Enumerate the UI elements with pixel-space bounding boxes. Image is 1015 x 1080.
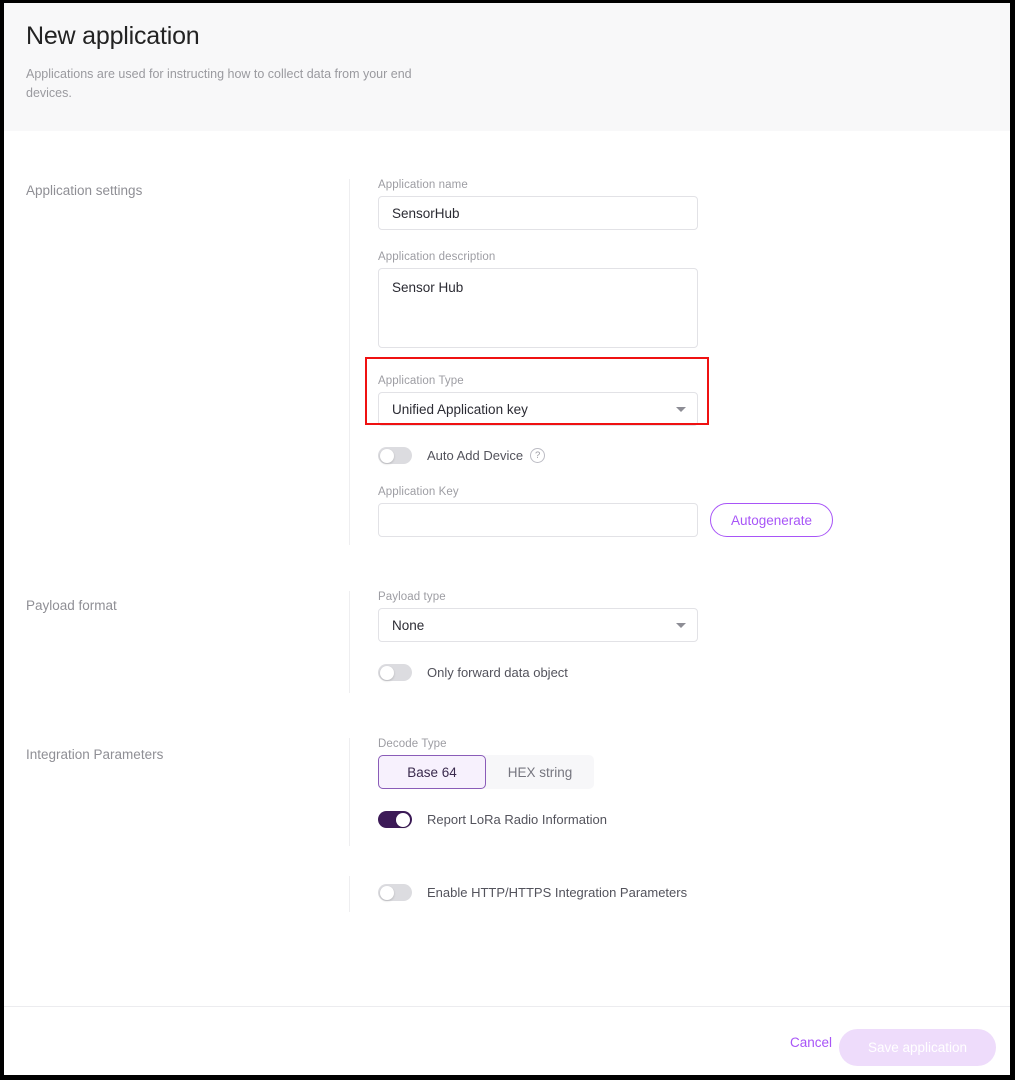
application-description-label: Application description — [378, 251, 496, 263]
application-type-label: Application Type — [378, 375, 464, 387]
payload-type-select[interactable]: None — [378, 608, 698, 642]
row-enable-http-integration-parameters: Enable HTTP/HTTPS Integration Parameters — [378, 884, 687, 901]
row-only-forward-data-object: Only forward data object — [378, 664, 698, 681]
report-lora-radio-information-label: Report LoRa Radio Information — [427, 812, 607, 827]
section-divider — [349, 591, 350, 693]
payload-format-fields: Payload type None Only forward data obje… — [378, 591, 698, 681]
field-payload-type: Payload type None — [378, 591, 698, 642]
field-application-name: Application name — [378, 179, 833, 230]
toggle-knob — [379, 448, 394, 463]
payload-type-label: Payload type — [378, 591, 446, 603]
section-label-integration-parameters: Integration Parameters — [26, 747, 164, 762]
decode-type-segmented-control: Base 64 HEX string — [378, 755, 594, 789]
auto-add-device-toggle[interactable] — [378, 447, 412, 464]
section-divider — [349, 738, 350, 846]
only-forward-data-object-toggle[interactable] — [378, 664, 412, 681]
page-header: New application Applications are used fo… — [4, 3, 1010, 131]
toggle-knob — [379, 665, 394, 680]
section-integration-parameters: Integration Parameters Decode Type Base … — [4, 721, 1010, 1006]
row-auto-add-device: Auto Add Device ? — [378, 447, 833, 464]
toggle-knob — [379, 885, 394, 900]
application-type-select-wrap: Unified Application key — [378, 392, 698, 426]
payload-type-value: None — [392, 617, 425, 633]
application-name-input[interactable] — [378, 196, 698, 230]
only-forward-data-object-label: Only forward data object — [427, 665, 568, 680]
application-name-label: Application name — [378, 179, 468, 191]
section-divider — [349, 876, 350, 912]
section-label-application-settings: Application settings — [26, 183, 143, 198]
page-subtitle: Applications are used for instructing ho… — [26, 67, 412, 100]
cancel-button[interactable]: Cancel — [790, 1035, 832, 1050]
application-key-label: Application Key — [378, 486, 459, 498]
enable-http-integration-parameters-toggle[interactable] — [378, 884, 412, 901]
application-description-textarea[interactable] — [378, 268, 698, 348]
decode-type-option-hex-string[interactable]: HEX string — [486, 755, 594, 789]
dialog-footer: Cancel Save application — [4, 1006, 1010, 1075]
integration-parameters-fields: Decode Type Base 64 HEX string Report Lo… — [378, 738, 687, 901]
row-report-lora-radio-information: Report LoRa Radio Information — [378, 811, 687, 828]
section-label-payload-format: Payload format — [26, 598, 117, 613]
field-application-type: Application Type Unified Application key — [378, 375, 833, 426]
application-settings-fields: Application name Application description… — [378, 179, 834, 537]
section-application-settings: Application settings Application name Ap… — [4, 131, 1010, 571]
decode-type-option-base64[interactable]: Base 64 — [378, 755, 486, 789]
field-application-key: Application Key Autogenerate — [378, 486, 834, 537]
section-payload-format: Payload format Payload type None Only fo… — [4, 571, 1010, 721]
decode-type-label: Decode Type — [378, 738, 447, 750]
save-application-button[interactable]: Save application — [839, 1029, 996, 1066]
help-icon[interactable]: ? — [530, 448, 546, 463]
auto-add-device-label: Auto Add Device — [427, 448, 524, 463]
application-key-input[interactable] — [378, 503, 698, 537]
report-lora-radio-information-toggle[interactable] — [378, 811, 412, 828]
field-application-description: Application description — [378, 251, 833, 353]
payload-type-select-wrap: None — [378, 608, 698, 642]
field-decode-type: Decode Type Base 64 HEX string — [378, 738, 687, 789]
application-type-value: Unified Application key — [392, 401, 528, 417]
application-type-select[interactable]: Unified Application key — [378, 392, 698, 426]
page-title: New application — [26, 22, 200, 50]
form-body: Application settings Application name Ap… — [4, 131, 1010, 1006]
toggle-knob — [396, 812, 410, 827]
section-divider — [349, 179, 350, 545]
autogenerate-button[interactable]: Autogenerate — [710, 503, 834, 537]
new-application-dialog: New application Applications are used fo… — [4, 3, 1010, 1075]
enable-http-integration-parameters-label: Enable HTTP/HTTPS Integration Parameters — [427, 885, 688, 900]
